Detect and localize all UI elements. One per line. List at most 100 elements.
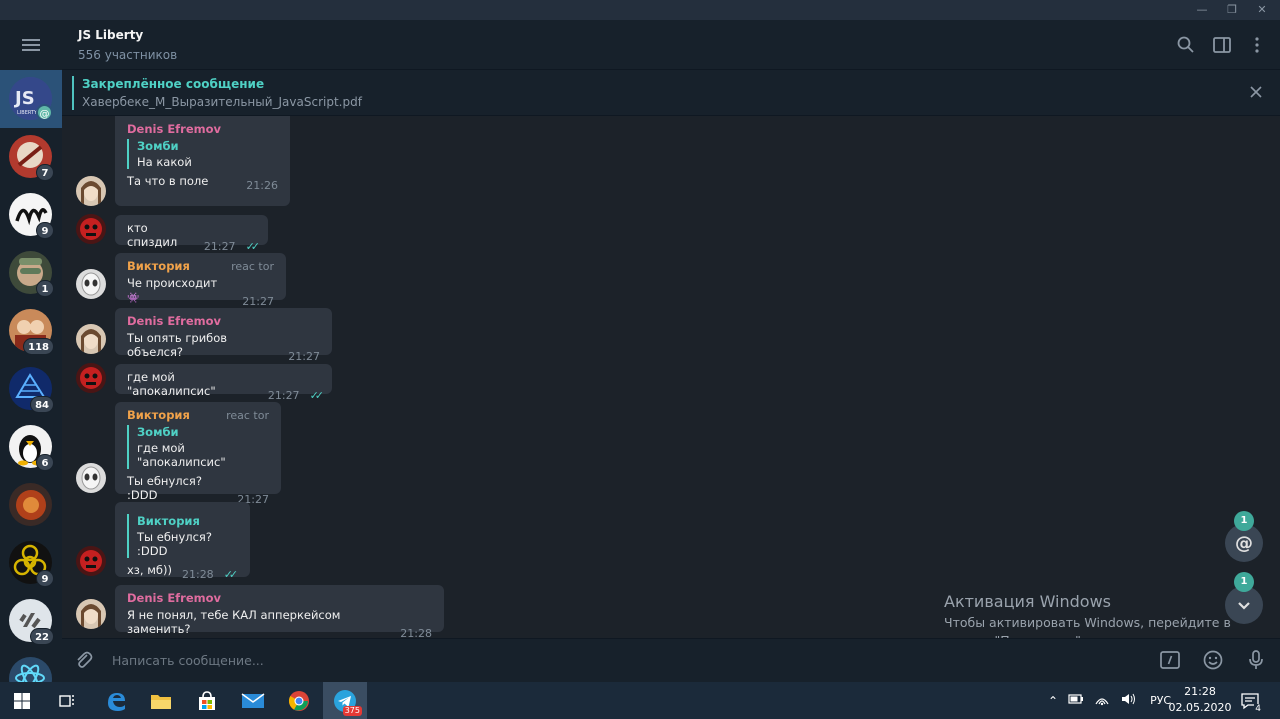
message-time: 21:28 [181, 568, 214, 581]
message-list[interactable]: Denis Efremov Зомби На какой Та что в по… [62, 116, 1280, 638]
unread-badge: 6 [36, 454, 54, 471]
emoji-icon[interactable] [1202, 649, 1224, 671]
chat-item[interactable]: 1 [0, 244, 62, 302]
reply-author: Зомби [137, 425, 179, 439]
avatar[interactable] [76, 269, 106, 299]
unread-count-badge: 1 [1234, 572, 1254, 592]
task-view-icon[interactable] [47, 686, 87, 716]
message-author[interactable]: Denis Efremov [127, 122, 278, 136]
notification-count: 4 [1254, 704, 1262, 714]
chat-item[interactable]: 9 [0, 186, 62, 244]
reply-quote[interactable]: Зомби где мой "апокалипсис" [127, 425, 269, 469]
message-bubble[interactable]: Denis Efremov Ты опять грибов объелся? 2… [115, 308, 332, 363]
chat-title[interactable]: JS Liberty [78, 28, 143, 42]
close-window-icon[interactable]: ✕ [1256, 4, 1268, 16]
chevron-down-icon [1238, 602, 1250, 610]
search-icon[interactable] [1175, 34, 1197, 56]
message-text: кто спиздил [127, 221, 178, 249]
microphone-icon[interactable] [1245, 649, 1267, 671]
windows-taskbar: 375 ⌃ РУС 21:28 02.05.2020 4 [0, 682, 1280, 719]
chat-item-js-liberty[interactable]: JS LIBERTY @ [0, 70, 62, 128]
main-menu-button[interactable] [0, 20, 62, 70]
chat-item[interactable]: 84 [0, 360, 62, 418]
svg-text:JS: JS [13, 88, 35, 109]
chat-item[interactable] [0, 650, 62, 682]
clock-time: 21:28 [1184, 685, 1216, 698]
at-icon: @ [1235, 532, 1253, 554]
members-count: 556 участников [78, 48, 178, 62]
notifications-icon[interactable]: 4 [1232, 686, 1268, 716]
wifi-icon[interactable] [1094, 692, 1110, 709]
mail-icon[interactable] [233, 686, 273, 716]
message-input[interactable]: Написать сообщение... [112, 653, 264, 668]
message-bubble[interactable]: Denis Efremov Зомби На какой Та что в по… [115, 116, 290, 206]
pinned-title: Закреплённое сообщение [82, 77, 265, 91]
avatar[interactable] [76, 324, 106, 354]
close-icon[interactable] [1248, 84, 1264, 100]
chat-item[interactable]: 22 [0, 592, 62, 650]
message-time: 21:26 [246, 179, 278, 192]
message-bubble[interactable]: Denis Efremov Я не понял, тебе КАЛ аппер… [115, 585, 444, 638]
chat-item[interactable]: 118 [0, 302, 62, 360]
avatar [9, 657, 52, 682]
avatar[interactable] [76, 176, 106, 206]
message-bubble[interactable]: Виктория reac tor Че происходит 👾 21:27 [115, 253, 286, 308]
member-title: reac tor [226, 409, 269, 422]
unread-badge: 1 [36, 280, 54, 297]
avatar[interactable] [76, 363, 106, 393]
avatar[interactable] [76, 463, 106, 493]
chat-list: JS LIBERTY @ 7 9 1 118 84 6 9 22 [0, 20, 62, 682]
edge-icon[interactable] [96, 686, 136, 716]
reply-author: Виктория [137, 514, 200, 528]
message-bubble[interactable]: Виктория Ты ебнулся? :DDD хз, мб)) 21:28… [115, 502, 250, 581]
chat-item[interactable]: 7 [0, 128, 62, 186]
reply-quote[interactable]: Виктория Ты ебнулся? :DDD [127, 514, 238, 558]
mention-badge: @ [36, 104, 53, 121]
message-bubble[interactable]: Виктория reac tor Зомби где мой "апокали… [115, 402, 281, 506]
taskbar-clock[interactable]: 21:28 02.05.2020 [1168, 684, 1232, 716]
reply-text: Ты ебнулся? :DDD [137, 530, 212, 558]
reply-quote[interactable]: Зомби На какой [127, 139, 278, 169]
avatar[interactable] [76, 546, 106, 576]
bot-commands-icon[interactable] [1159, 649, 1181, 671]
more-icon[interactable] [1246, 34, 1268, 56]
window-titlebar: — ❐ ✕ [0, 0, 1280, 20]
message-bubble[interactable]: где мой "апокалипсис" 21:27 ✓✓ [115, 364, 332, 402]
sidebar-toggle-icon[interactable] [1211, 34, 1233, 56]
message-time: 21:27 [242, 295, 274, 308]
message-author[interactable]: Denis Efremov [127, 314, 320, 328]
avatar[interactable] [76, 599, 106, 629]
reply-author: Зомби [137, 139, 179, 153]
volume-icon[interactable] [1120, 692, 1136, 709]
telegram-taskbar-icon[interactable]: 375 [323, 682, 367, 719]
chrome-icon[interactable] [279, 686, 319, 716]
chat-item[interactable] [0, 476, 62, 534]
message-time: 21:28 [400, 627, 432, 638]
battery-icon[interactable] [1068, 693, 1084, 708]
message-text: Ты ебнулся? :DDD [127, 474, 202, 502]
chevron-up-icon[interactable]: ⌃ [1048, 694, 1058, 708]
attach-icon[interactable] [72, 649, 94, 671]
read-checks-icon: ✓✓ [309, 389, 325, 402]
message-text: Я не понял, тебе КАЛ апперкейсом заменит… [127, 608, 341, 636]
chat-item[interactable]: 9 [0, 534, 62, 592]
telegram-unread-badge: 375 [342, 706, 362, 716]
chat-item[interactable]: 6 [0, 418, 62, 476]
read-checks-icon: ✓✓ [245, 240, 261, 253]
message-text: хз, мб)) [127, 563, 172, 577]
windows-start-icon[interactable] [2, 686, 42, 716]
unread-badge: 9 [36, 570, 54, 587]
pinned-message-bar[interactable]: Закреплённое сообщение Хавербеке_М_Выраз… [62, 70, 1280, 116]
activation-title: Активация Windows [944, 592, 1111, 611]
unread-badge: 22 [30, 628, 54, 645]
message-author[interactable]: Denis Efremov [127, 591, 432, 605]
message-bubble[interactable]: кто спиздил 21:27 ✓✓ [115, 215, 268, 253]
minimize-icon[interactable]: — [1196, 4, 1208, 16]
system-tray: ⌃ РУС [1048, 682, 1171, 719]
avatar[interactable] [76, 214, 106, 244]
file-explorer-icon[interactable] [141, 686, 181, 716]
restore-icon[interactable]: ❐ [1226, 4, 1238, 16]
message-text: Та что в поле [127, 174, 209, 188]
message-time: 21:27 [288, 350, 320, 363]
store-icon[interactable] [187, 686, 227, 716]
